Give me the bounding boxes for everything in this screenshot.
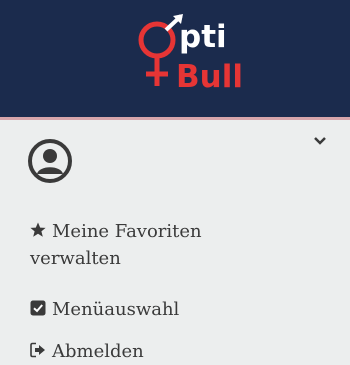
logo-text-bull: Bull (176, 59, 243, 95)
user-panel[interactable] (0, 120, 350, 200)
logo-text-opti: pti (179, 19, 227, 55)
checkbox-checked-icon (30, 300, 46, 316)
menu-item-favorites[interactable]: Meine Favoriten verwalten (30, 218, 280, 272)
menu-item-logout-label: Abmelden (52, 341, 144, 362)
menu-item-menu-selection-label: Menüauswahl (52, 299, 180, 320)
optibull-logo[interactable]: pti Bull (133, 14, 253, 110)
menu-item-logout[interactable]: Abmelden (30, 338, 144, 365)
app-header: pti Bull (0, 0, 350, 118)
menu-item-favorites-label: Meine Favoriten verwalten (30, 221, 202, 269)
chevron-down-icon[interactable] (313, 136, 327, 146)
user-circle-icon (28, 139, 72, 183)
star-icon (30, 222, 46, 237)
menu-item-menu-selection[interactable]: Menüauswahl (30, 296, 179, 323)
sign-out-icon (30, 342, 45, 358)
